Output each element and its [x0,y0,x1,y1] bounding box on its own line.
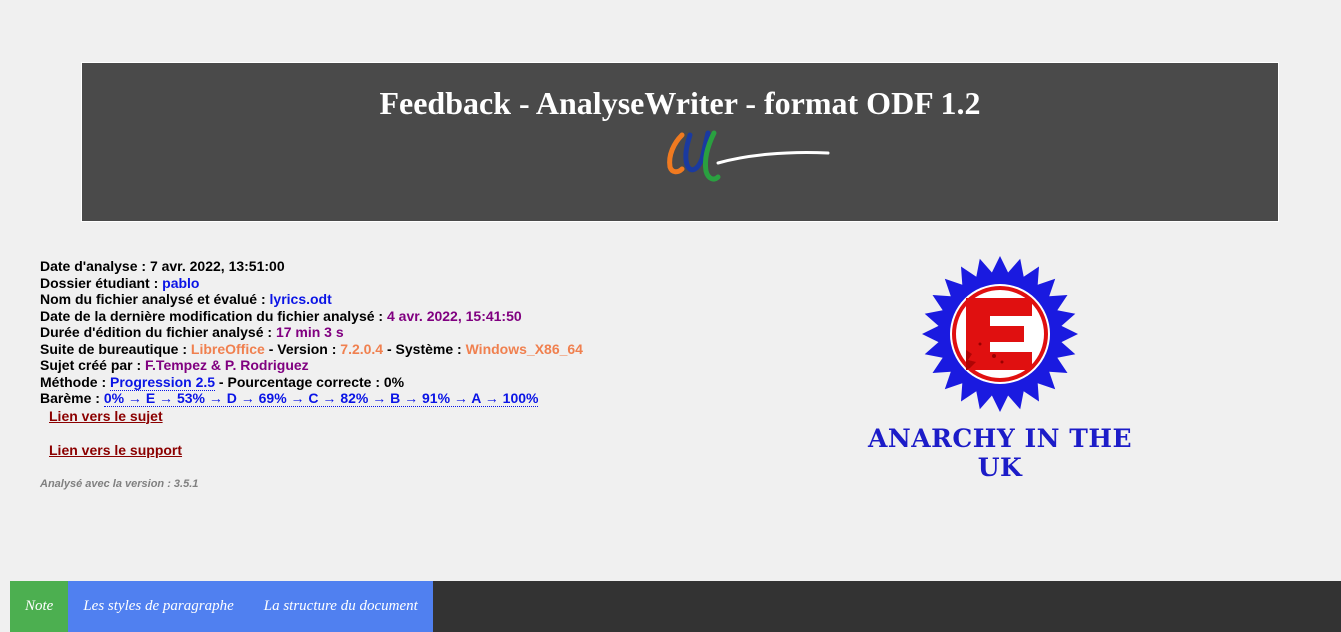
grade-letter [966,298,1032,370]
support-link[interactable]: Lien vers le support [49,442,583,459]
page-header: Feedback - AnalyseWriter - format ODF 1.… [81,62,1279,222]
tab-note[interactable]: Note [10,581,69,632]
subject-author: Sujet créé par : F.Tempez & P. Rodriguez [40,357,309,373]
analyzed-file: Nom du fichier analysé et évalué : lyric… [40,291,332,307]
page-title: Feedback - AnalyseWriter - format ODF 1.… [379,85,981,121]
student-folder: Dossier étudiant : pablo [40,274,200,291]
analysis-date: Date d'analyse : 7 avr. 2022, 13:51:00 [40,258,285,274]
university-logo-icon [667,130,830,182]
grade-badge-icon [922,256,1078,412]
analyzer-version: Analysé avec la version : 3.5.1 [40,477,199,490]
tab-paragraph-styles[interactable]: Les styles de paragraphe [68,581,249,632]
tab-document-structure[interactable]: La structure du document [248,581,433,632]
subject-link[interactable]: Lien vers le sujet [49,408,583,425]
edit-duration: Durée d'édition du fichier analysé : 17 … [40,324,344,340]
grading-scale: Barème : 0% → E → 53% → D → 69% → C → 82… [40,390,539,407]
method: Méthode : Progression 2.5 - Pourcentage … [40,373,405,391]
tab-bar: Note Les styles de paragraphe La structu… [10,581,1341,632]
analysis-info: Date d'analyse : 7 avr. 2022, 13:51:00 D… [40,258,583,492]
office-suite: Suite de bureautique : LibreOffice - Ver… [40,340,583,357]
last-modified: Date de la dernière modification du fich… [40,307,522,324]
grade-caption: ANARCHY IN THE UK [867,424,1133,482]
